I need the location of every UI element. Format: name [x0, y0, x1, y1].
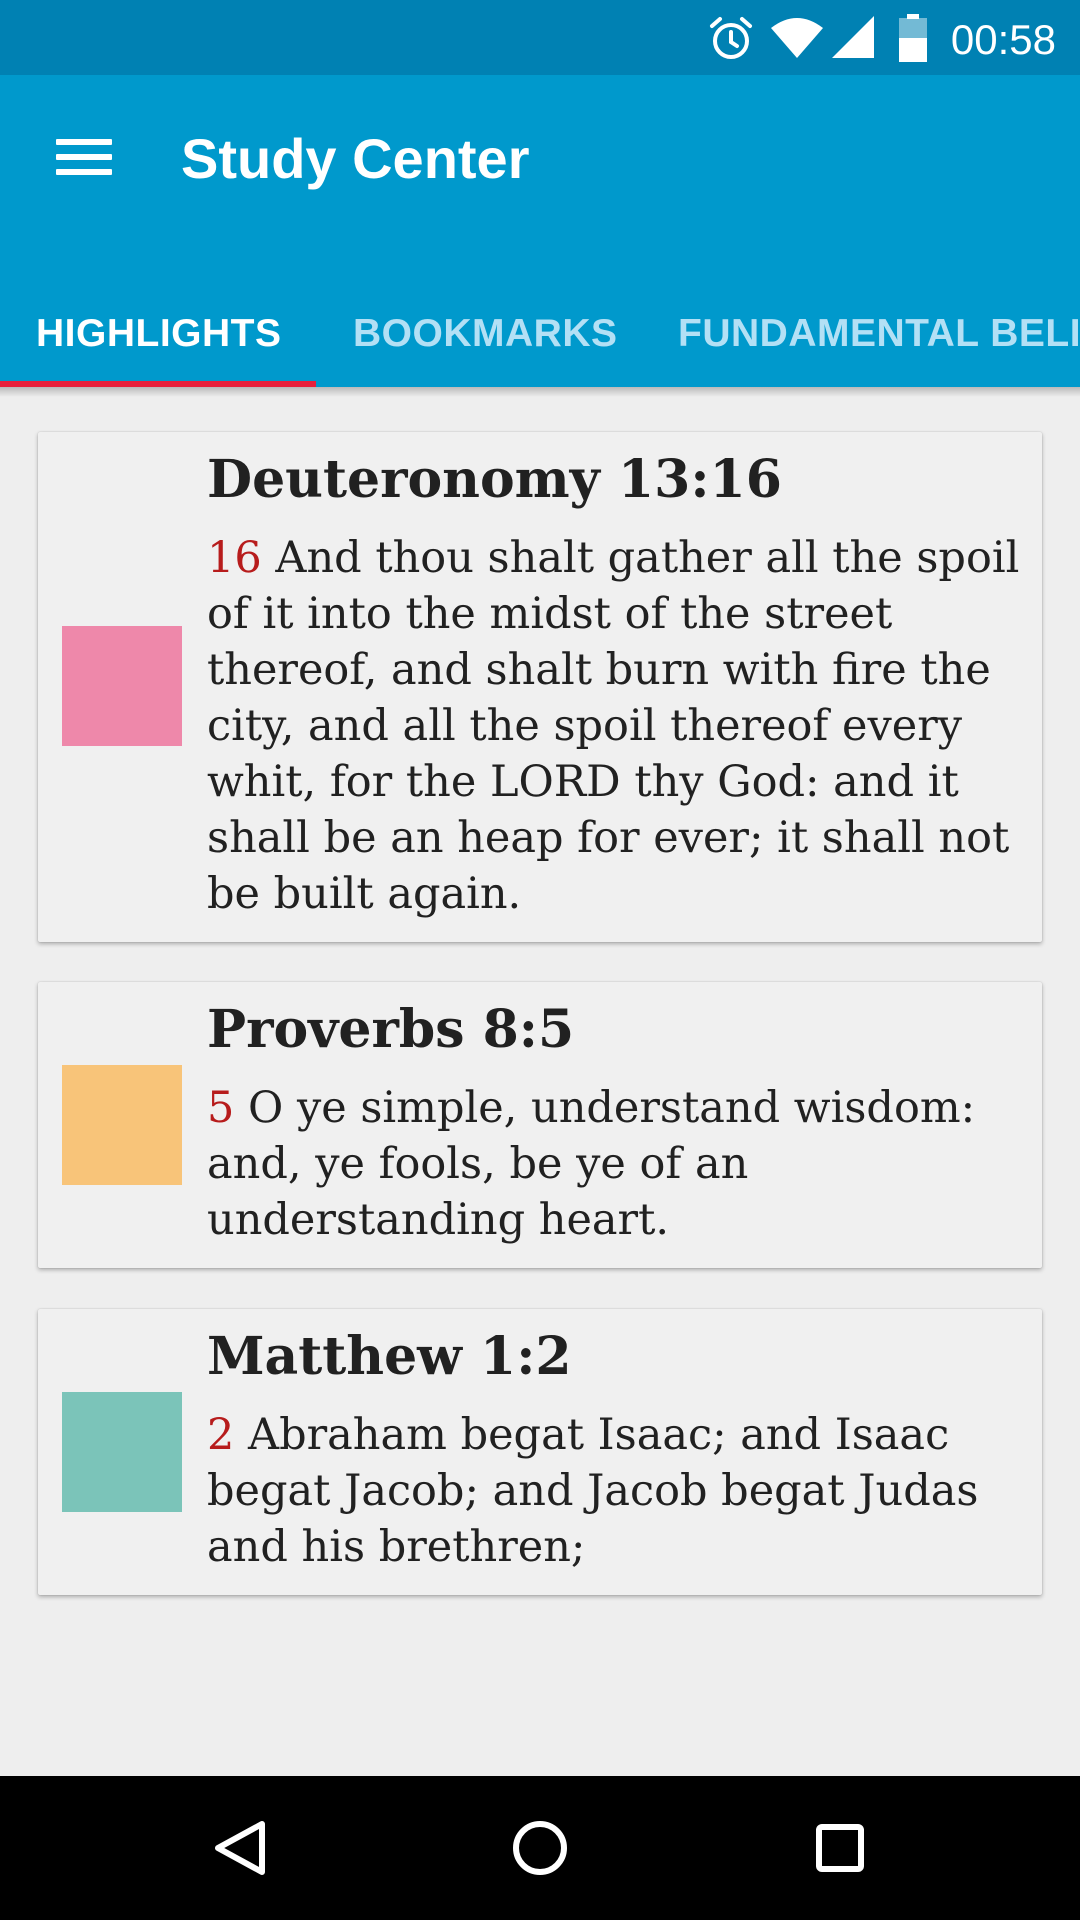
- verse-reference: Matthew 1:2: [207, 1326, 572, 1387]
- tab-bookmarks[interactable]: BOOKMARKS: [353, 275, 618, 387]
- verse-reference: Deuteronomy 13:16: [207, 449, 782, 510]
- app-bar: Study Center HIGHLIGHTS BOOKMARKS FUNDAM…: [0, 75, 1080, 387]
- page-title: Study Center: [181, 127, 530, 190]
- verse-text-block: 5 O ye simple, understand wisdom: and, y…: [207, 1080, 1027, 1248]
- home-icon[interactable]: [490, 1806, 590, 1890]
- hamburger-menu-icon[interactable]: [36, 115, 132, 199]
- wifi-icon: [770, 16, 824, 65]
- verse-text-block: 16 And thou shalt gather all the spoil o…: [207, 530, 1027, 922]
- status-time: 00:58: [950, 16, 1056, 63]
- verse-number: 2: [207, 1410, 235, 1460]
- highlight-color-swatch: [62, 626, 182, 746]
- verse-text-block: 2 Abraham begat Isaac; and Isaac begat J…: [207, 1407, 1027, 1575]
- verse-reference: Proverbs 8:5: [207, 999, 575, 1060]
- signal-icon: [830, 14, 876, 65]
- highlight-card[interactable]: Proverbs 8:5 5 O ye simple, understand w…: [38, 982, 1042, 1268]
- battery-icon: [898, 14, 928, 67]
- highlight-color-swatch: [62, 1392, 182, 1512]
- tab-highlights[interactable]: HIGHLIGHTS: [36, 275, 282, 387]
- verse-number: 16: [207, 533, 262, 583]
- highlight-card[interactable]: Deuteronomy 13:16 16 And thou shalt gath…: [38, 432, 1042, 942]
- navigation-bar: [0, 1776, 1080, 1920]
- status-bar: 00:58: [0, 0, 1080, 75]
- tab-fundamental-beliefs[interactable]: FUNDAMENTAL BELI: [678, 275, 1080, 387]
- verse-text: And thou shalt gather all the spoil of i…: [207, 533, 1020, 919]
- tab-bar: HIGHLIGHTS BOOKMARKS FUNDAMENTAL BELI: [0, 275, 1080, 387]
- highlight-color-swatch: [62, 1065, 182, 1185]
- recents-icon[interactable]: [790, 1806, 890, 1890]
- highlight-card[interactable]: Matthew 1:2 2 Abraham begat Isaac; and I…: [38, 1309, 1042, 1595]
- back-icon[interactable]: [190, 1806, 290, 1890]
- verse-text: Abraham begat Isaac; and Isaac begat Jac…: [207, 1410, 979, 1572]
- verse-number: 5: [207, 1083, 235, 1133]
- alarm-icon: [706, 14, 756, 69]
- verse-text: O ye simple, understand wisdom: and, ye …: [207, 1083, 976, 1245]
